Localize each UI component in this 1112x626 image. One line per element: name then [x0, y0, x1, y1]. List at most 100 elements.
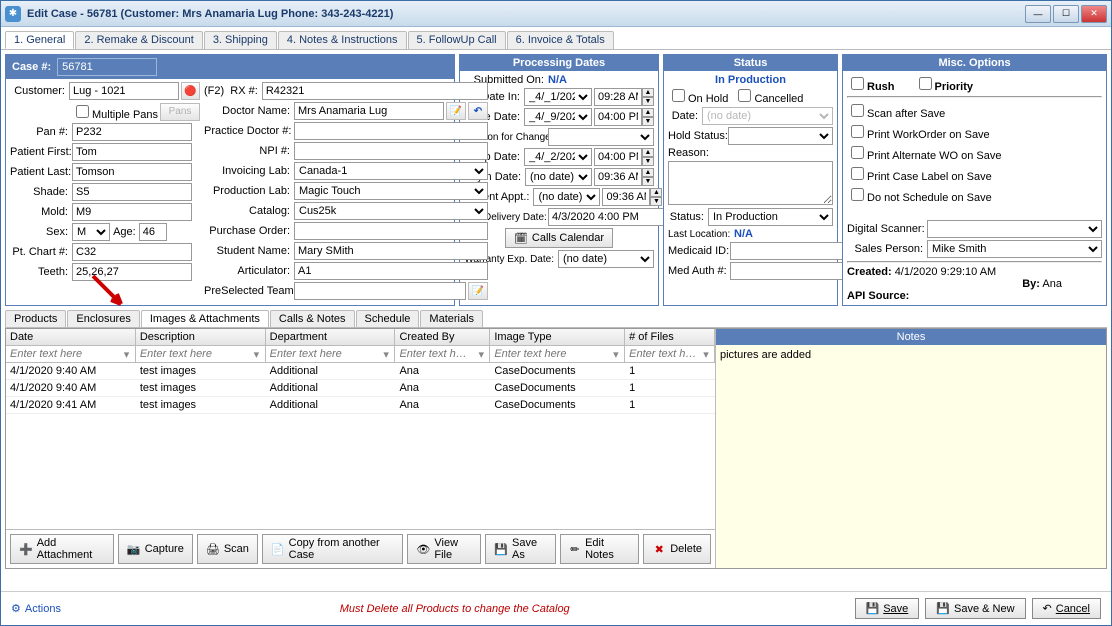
subtab-images[interactable]: Images & Attachments — [141, 310, 269, 327]
pt-chart-input[interactable] — [72, 243, 192, 261]
appt-time[interactable] — [602, 188, 650, 206]
view-file-button[interactable]: 👁View File — [407, 534, 481, 564]
on-hold-checkbox[interactable]: On Hold — [668, 86, 728, 105]
cancelled-checkbox[interactable]: Cancelled — [734, 86, 803, 105]
grid-body[interactable]: 4/1/2020 9:40 AMtest imagesAdditionalAna… — [6, 363, 715, 529]
tryin-spinner[interactable]: ▲▼ — [642, 168, 654, 186]
date-in-time[interactable] — [594, 88, 642, 106]
practice-dr-input[interactable] — [294, 122, 488, 140]
subtab-enclosures[interactable]: Enclosures — [67, 310, 139, 327]
delete-button[interactable]: ✖Delete — [643, 534, 711, 564]
col-dept[interactable]: Department — [266, 329, 396, 345]
tab-shipping[interactable]: 3. Shipping — [204, 31, 277, 49]
tab-notes[interactable]: 4. Notes & Instructions — [278, 31, 407, 49]
print-wo-checkbox[interactable]: Print WorkOrder on Save — [847, 122, 990, 141]
tab-remake[interactable]: 2. Remake & Discount — [75, 31, 202, 49]
no-schedule-checkbox[interactable]: Do not Schedule on Save — [847, 185, 992, 204]
filter-cb[interactable] — [397, 347, 475, 361]
npi-input[interactable] — [294, 142, 488, 160]
minimize-button[interactable]: — — [1025, 5, 1051, 23]
tryin-time[interactable] — [594, 168, 642, 186]
subtab-schedule[interactable]: Schedule — [356, 310, 420, 327]
actions-menu[interactable]: ⚙Actions — [11, 602, 61, 615]
date-in-spinner[interactable]: ▲▼ — [642, 88, 654, 106]
filter-icon[interactable]: ▾ — [380, 348, 393, 361]
customer-f2-icon[interactable]: 🔴 — [181, 82, 200, 100]
save-as-button[interactable]: 💾Save As — [485, 534, 555, 564]
subtab-materials[interactable]: Materials — [420, 310, 483, 327]
filter-icon[interactable]: ▾ — [700, 348, 712, 361]
patient-first-input[interactable] — [72, 143, 192, 161]
copy-case-button[interactable]: 📄Copy from another Case — [262, 534, 403, 564]
shade-input[interactable] — [72, 183, 192, 201]
calls-calendar-button[interactable]: 🗓Calls Calendar — [505, 228, 613, 248]
case-number-input[interactable] — [57, 58, 157, 76]
filter-nf[interactable] — [627, 347, 700, 361]
multiple-pans-checkbox[interactable]: Multiple Pans — [72, 102, 158, 121]
doctor-edit-icon[interactable]: 📝 — [446, 102, 466, 120]
filter-icon[interactable]: ▾ — [250, 348, 263, 361]
add-attachment-button[interactable]: ➕Add Attachment — [10, 534, 114, 564]
tab-invoice[interactable]: 6. Invoice & Totals — [507, 31, 614, 49]
save-and-new-button[interactable]: 💾Save & New — [925, 598, 1025, 619]
scan-button[interactable]: 🖨Scan — [197, 534, 258, 564]
pan-input[interactable] — [72, 123, 192, 141]
status-select[interactable]: In Production — [708, 208, 833, 226]
doctor-name-input[interactable] — [294, 102, 444, 120]
notes-body[interactable]: pictures are added — [716, 345, 1106, 568]
filter-date[interactable] — [8, 347, 120, 361]
appt-spinner[interactable]: ▲▼ — [650, 188, 662, 206]
po-input[interactable] — [294, 222, 488, 240]
preteam-input[interactable] — [294, 282, 466, 300]
print-label-checkbox[interactable]: Print Case Label on Save — [847, 164, 992, 183]
undo-icon[interactable]: ↶ — [468, 102, 488, 120]
subtab-calls[interactable]: Calls & Notes — [270, 310, 355, 327]
appt-input[interactable]: (no date) — [533, 188, 600, 206]
col-image-type[interactable]: Image Type — [490, 329, 625, 345]
tab-followup[interactable]: 5. FollowUp Call — [408, 31, 506, 49]
cancel-button[interactable]: ↶Cancel — [1032, 598, 1101, 619]
filter-it[interactable] — [492, 347, 609, 361]
patient-last-input[interactable] — [72, 163, 192, 181]
preteam-icon[interactable]: 📝 — [468, 282, 488, 300]
table-row[interactable]: 4/1/2020 9:40 AMtest imagesAdditionalAna… — [6, 363, 715, 380]
reason-change-select[interactable] — [548, 128, 654, 146]
col-num-files[interactable]: # of Files — [625, 329, 715, 345]
sex-select[interactable]: M — [72, 223, 110, 241]
maximize-button[interactable]: ☐ — [1053, 5, 1079, 23]
save-button[interactable]: 💾Save — [855, 598, 920, 619]
priority-checkbox[interactable]: Priority — [915, 74, 974, 93]
ship-spinner[interactable]: ▲▼ — [642, 148, 654, 166]
ship-input[interactable]: _4/_2/2020 — [524, 148, 592, 166]
date-in-input[interactable]: _4/_1/2020 — [524, 88, 592, 106]
ship-time[interactable] — [594, 148, 642, 166]
tryin-input[interactable]: (no date) — [525, 168, 592, 186]
customer-input[interactable] — [69, 82, 179, 100]
filter-dept[interactable] — [268, 347, 380, 361]
due-input[interactable]: _4/_9/2020 — [524, 108, 592, 126]
scan-after-save-checkbox[interactable]: Scan after Save — [847, 101, 945, 120]
table-row[interactable]: 4/1/2020 9:41 AMtest imagesAdditionalAna… — [6, 397, 715, 414]
invoicing-lab-select[interactable]: Canada-1 — [294, 162, 488, 180]
col-desc[interactable]: Description — [136, 329, 266, 345]
rush-checkbox[interactable]: Rush — [847, 74, 895, 93]
hold-status-select[interactable] — [728, 127, 833, 145]
student-input[interactable] — [294, 242, 488, 260]
mold-input[interactable] — [72, 203, 192, 221]
subtab-products[interactable]: Products — [5, 310, 66, 327]
sales-person-select[interactable]: Mike Smith — [927, 240, 1102, 258]
due-spinner[interactable]: ▲▼ — [642, 108, 654, 126]
print-alt-wo-checkbox[interactable]: Print Alternate WO on Save — [847, 143, 1002, 162]
close-button[interactable]: ✕ — [1081, 5, 1107, 23]
col-date[interactable]: Date — [6, 329, 136, 345]
warranty-input[interactable]: (no date) — [558, 250, 654, 268]
reason-textarea[interactable] — [668, 161, 833, 205]
digital-scanner-select[interactable] — [927, 220, 1102, 238]
due-time[interactable] — [594, 108, 642, 126]
tab-general[interactable]: 1. General — [5, 31, 74, 49]
articulator-input[interactable] — [294, 262, 488, 280]
filter-icon[interactable]: ▾ — [120, 348, 133, 361]
edit-notes-button[interactable]: ✏Edit Notes — [560, 534, 640, 564]
catalog-select[interactable]: Cus25k — [294, 202, 488, 220]
rx-input[interactable] — [262, 82, 488, 100]
